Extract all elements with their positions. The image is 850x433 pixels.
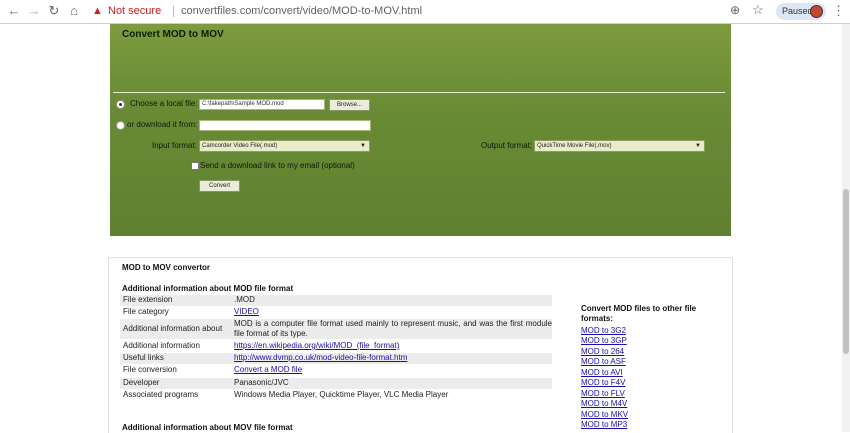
mod-section-title: Additional information about MOD file fo…	[122, 284, 294, 293]
convert-button[interactable]: Convert	[199, 180, 240, 192]
download-label: or download it from:	[127, 120, 198, 129]
url-text[interactable]: convertfiles.com/convert/video/MOD-to-MO…	[181, 3, 422, 20]
divider	[173, 6, 174, 17]
email-label: Send a download link to my email (option…	[200, 161, 355, 170]
table-row: Associated programs Windows Media Player…	[120, 390, 552, 401]
input-format-select[interactable]: Camcorder Video File(.mod) ▼	[199, 140, 370, 152]
info-title: MOD to MOV convertor	[122, 263, 211, 272]
output-format-label: Output format:	[481, 141, 533, 150]
format-link[interactable]: MOD to 3G2	[581, 326, 626, 335]
row-key: File extension	[123, 295, 173, 304]
profile-status: Paused	[782, 6, 813, 16]
format-link[interactable]: MOD to ASF	[581, 357, 626, 366]
forward-arrow-icon[interactable]: →	[26, 3, 42, 19]
bookmark-star-icon[interactable]: ☆	[752, 2, 764, 18]
table-row: Additional information https://en.wikipe…	[120, 341, 552, 352]
choose-local-label: Choose a local file:	[130, 99, 198, 108]
row-key: Additional information	[123, 341, 200, 350]
table-row: Useful links http://www.dvmp.co.uk/mod-v…	[120, 353, 552, 364]
row-value-link[interactable]: https://en.wikipedia.org/wiki/MOD_(file_…	[234, 341, 552, 350]
row-key: File category	[123, 307, 169, 316]
chevron-down-icon: ▼	[695, 143, 701, 149]
menu-dots-icon[interactable]: ⋮	[832, 3, 845, 19]
row-key: Useful links	[123, 353, 164, 362]
row-key: Developer	[123, 378, 160, 387]
output-format-value: QuickTime Movie File(.mov)	[537, 143, 612, 149]
address-bar[interactable]: ▲ Not secure convertfiles.com/convert/vi…	[86, 2, 766, 21]
local-file-field[interactable]: C:\fakepath\Sample MOD.mod	[199, 99, 325, 110]
converter-panel: Convert MOD to MOV Choose a local file: …	[110, 24, 731, 236]
row-key: Additional information about	[123, 324, 223, 333]
home-icon[interactable]: ⌂	[66, 3, 82, 19]
table-row: File category VIDEO	[120, 307, 552, 318]
avatar	[810, 5, 823, 18]
row-value-link[interactable]: VIDEO	[234, 307, 552, 316]
format-link[interactable]: MOD to 3GP	[581, 336, 627, 345]
output-format-select[interactable]: QuickTime Movie File(.mov) ▼	[534, 140, 705, 152]
back-arrow-icon[interactable]: ←	[6, 3, 22, 19]
format-link[interactable]: MOD to MKV	[581, 410, 628, 419]
profile-button[interactable]: Paused	[776, 3, 826, 20]
row-value: Panasonic/JVC	[234, 378, 289, 387]
format-link[interactable]: MOD to MP3	[581, 420, 627, 429]
row-value: MOD is a computer file format used mainl…	[234, 319, 552, 338]
input-format-value: Camcorder Video File(.mod)	[202, 143, 278, 149]
converter-title: Convert MOD to MOV	[122, 29, 224, 40]
input-format-label: Input format:	[152, 141, 197, 150]
page-scrollbar[interactable]	[842, 24, 850, 432]
info-section: MOD to MOV convertor Additional informat…	[108, 257, 733, 433]
scrollbar-thumb[interactable]	[843, 189, 849, 354]
table-row: Developer Panasonic/JVC	[120, 378, 552, 389]
divider	[113, 92, 725, 93]
other-formats-title: Convert MOD files to other file formats:	[581, 304, 697, 323]
reload-icon[interactable]: ↻	[46, 3, 62, 19]
row-key: Associated programs	[123, 390, 199, 399]
local-file-radio[interactable]	[116, 100, 125, 109]
table-row: Additional information about MOD is a co…	[120, 319, 552, 339]
format-link[interactable]: MOD to FLV	[581, 389, 625, 398]
mov-section-title: Additional information about MOV file fo…	[122, 423, 293, 432]
email-checkbox[interactable]	[191, 162, 199, 170]
chevron-down-icon: ▼	[360, 143, 366, 149]
row-value-link[interactable]: http://www.dvmp.co.uk/mod-video-file-for…	[234, 353, 552, 362]
browse-button[interactable]: Browse...	[329, 99, 370, 111]
format-link[interactable]: MOD to F4V	[581, 378, 625, 387]
row-key: File conversion	[123, 365, 177, 374]
table-row: File conversion Convert a MOD file	[120, 365, 552, 376]
browser-toolbar: ← → ↻ ⌂ ▲ Not secure convertfiles.com/co…	[0, 0, 850, 24]
download-url-input[interactable]	[199, 120, 371, 131]
security-label[interactable]: Not secure	[108, 3, 161, 20]
warning-icon: ▲	[92, 5, 103, 17]
download-radio[interactable]	[116, 121, 125, 130]
row-value: Windows Media Player, Quicktime Player, …	[234, 390, 449, 399]
format-link[interactable]: MOD to M4V	[581, 399, 627, 408]
row-value: .MOD	[234, 295, 255, 304]
format-link[interactable]: MOD to 264	[581, 347, 624, 356]
format-link[interactable]: MOD to AVI	[581, 368, 623, 377]
table-row: File extension .MOD	[120, 295, 552, 306]
zoom-icon[interactable]: ⊕	[730, 3, 740, 17]
row-value-link[interactable]: Convert a MOD file	[234, 365, 552, 374]
